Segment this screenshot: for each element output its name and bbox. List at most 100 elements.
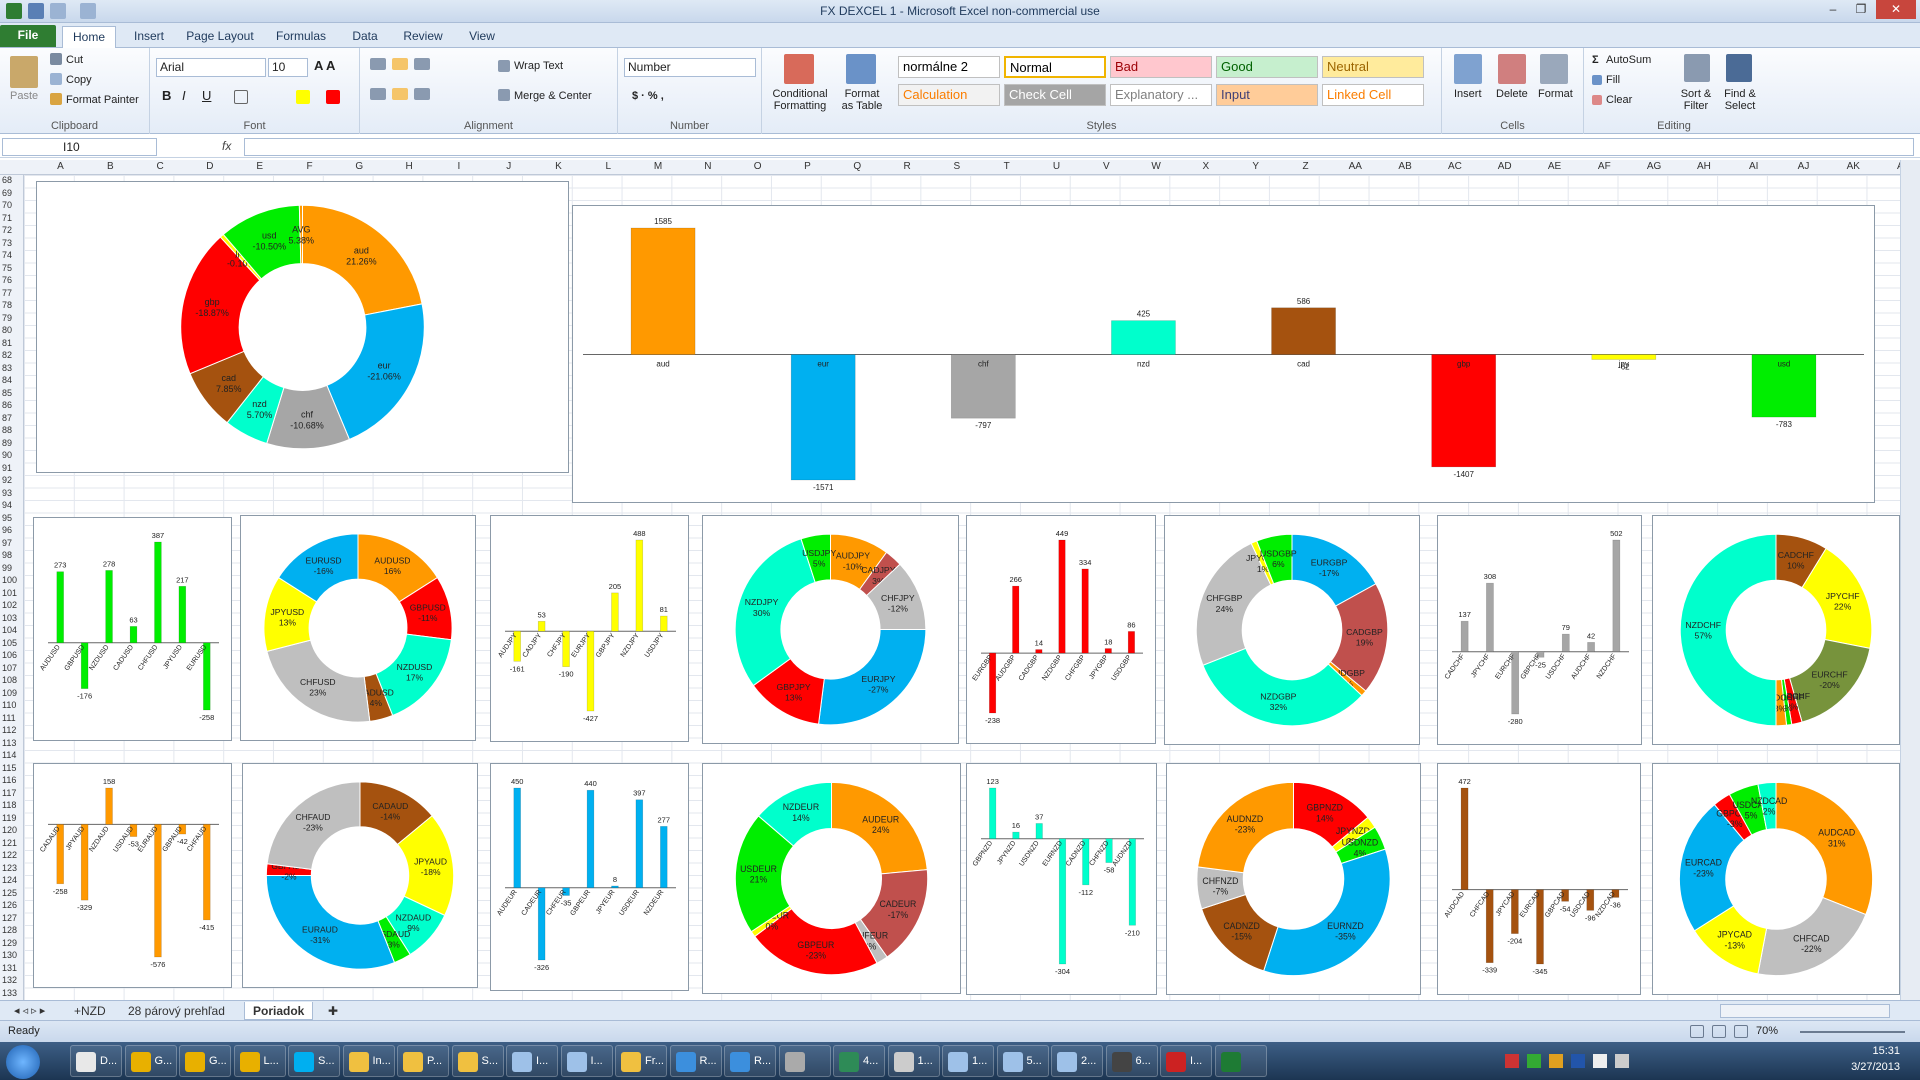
tab-insert[interactable]: Insert <box>124 26 174 48</box>
bar[interactable] <box>129 626 138 644</box>
bar[interactable] <box>1111 320 1176 355</box>
formula-input[interactable] <box>244 138 1914 156</box>
cell-style-input[interactable]: Input <box>1216 84 1318 106</box>
format-cells-icon[interactable] <box>1540 54 1568 84</box>
bar[interactable] <box>635 539 644 632</box>
column-header[interactable]: X <box>1181 161 1230 172</box>
conditional-formatting-button[interactable]: Conditional Formatting <box>770 88 830 112</box>
column-header[interactable]: H <box>385 161 434 172</box>
find-select-button[interactable]: Find & Select <box>1720 88 1760 112</box>
taskbar-app-button[interactable]: 4... <box>833 1045 885 1077</box>
bar[interactable] <box>1035 649 1043 654</box>
row-header[interactable]: 101 <box>0 588 23 598</box>
zoom-level[interactable]: 70% <box>1756 1025 1778 1037</box>
row-header[interactable]: 103 <box>0 613 23 623</box>
chart-cad-donut[interactable]: AUDCAD 31% CHFCAD -22% JPYCAD -13% EURCAD -23% G… <box>1652 763 1900 995</box>
row-header[interactable]: 85 <box>0 388 23 398</box>
tab-home[interactable]: Home <box>62 26 116 49</box>
bar[interactable] <box>1587 642 1595 652</box>
row-header[interactable]: 82 <box>0 350 23 360</box>
bar[interactable] <box>611 885 619 889</box>
column-header[interactable]: A <box>36 161 85 172</box>
fill-icon[interactable] <box>1592 75 1602 85</box>
row-header[interactable]: 118 <box>0 800 23 810</box>
clock-time[interactable]: 15:31 <box>1840 1045 1900 1057</box>
cell-style-calculation[interactable]: Calculation <box>898 84 1000 106</box>
column-header[interactable]: AJ <box>1779 161 1828 172</box>
row-header[interactable]: 68 <box>0 175 23 185</box>
tray-icon[interactable] <box>1549 1054 1563 1068</box>
row-header[interactable]: 130 <box>0 950 23 960</box>
taskbar-app-button[interactable]: 2... <box>1051 1045 1103 1077</box>
column-header[interactable]: AC <box>1430 161 1479 172</box>
clock-date[interactable]: 3/27/2013 <box>1830 1061 1900 1073</box>
format-button[interactable]: Format <box>1538 88 1573 100</box>
worksheet-grid[interactable]: aud 21.26% eur -21.06% chf -10.68% nzd 5.70% cad… <box>24 175 1900 1000</box>
taskbar-app-button[interactable]: I... <box>560 1045 613 1077</box>
cut-button[interactable]: Cut <box>66 54 83 66</box>
row-header[interactable]: 119 <box>0 813 23 823</box>
find-select-icon[interactable] <box>1726 54 1752 82</box>
bar[interactable] <box>630 227 696 355</box>
sort-filter-icon[interactable] <box>1684 54 1710 82</box>
bar[interactable] <box>1486 582 1494 652</box>
column-header[interactable]: N <box>683 161 732 172</box>
italic-icon[interactable]: I <box>182 88 186 103</box>
row-header[interactable]: 97 <box>0 538 23 548</box>
insert-function-icon[interactable]: fx <box>222 139 231 153</box>
borders-icon[interactable] <box>234 90 248 104</box>
column-header[interactable]: AG <box>1630 161 1679 172</box>
taskbar-app-button[interactable]: R... <box>669 1045 722 1077</box>
normal-view-icon[interactable] <box>1690 1025 1704 1038</box>
row-header[interactable]: 117 <box>0 788 23 798</box>
row-header[interactable]: 122 <box>0 850 23 860</box>
row-header[interactable]: 76 <box>0 275 23 285</box>
row-header[interactable]: 121 <box>0 838 23 848</box>
cell-style-explanatory[interactable]: Explanatory ... <box>1110 84 1212 106</box>
tab-page-layout[interactable]: Page Layout <box>182 26 258 48</box>
network-icon[interactable] <box>1593 1054 1607 1068</box>
taskbar-app-button[interactable]: 1... <box>942 1045 994 1077</box>
column-header[interactable]: C <box>136 161 185 172</box>
column-header[interactable]: M <box>634 161 683 172</box>
donut-slice[interactable] <box>265 875 396 970</box>
currency-icon[interactable]: $ · % , <box>632 90 664 102</box>
sigma-icon[interactable]: Σ <box>1592 54 1599 66</box>
restore-icon[interactable]: ❐ <box>1848 0 1874 19</box>
format-painter-icon[interactable] <box>50 93 62 105</box>
cut-icon[interactable] <box>50 53 62 65</box>
column-header[interactable]: F <box>285 161 334 172</box>
chart-total-bars[interactable]: 1585 aud -1571 eur -797 chf 425 nzd 586 cad -1407 g… <box>572 205 1875 503</box>
merge-center-button[interactable]: Merge & Center <box>514 90 592 102</box>
bar[interactable] <box>1035 823 1043 839</box>
sheet-tab-28-parovy[interactable]: 28 párový prehľad <box>120 1002 233 1020</box>
column-header[interactable]: AH <box>1679 161 1728 172</box>
row-header[interactable]: 78 <box>0 300 23 310</box>
taskbar-app-button[interactable]: In... <box>342 1045 395 1077</box>
donut-slice[interactable] <box>1263 848 1391 977</box>
taskbar-app-button[interactable]: R... <box>724 1045 776 1077</box>
bar[interactable] <box>1058 539 1066 654</box>
row-header[interactable]: 71 <box>0 213 23 223</box>
paste-icon[interactable] <box>10 56 38 88</box>
bar[interactable] <box>203 824 211 921</box>
column-header[interactable]: T <box>982 161 1031 172</box>
chart-nzd-bars[interactable]: 123 GBPNZD 16 JPYNZD 37 USDNZD -304 EURNZD -112 C… <box>966 763 1157 995</box>
format-painter-button[interactable]: Format Painter <box>66 94 139 106</box>
column-header[interactable]: O <box>733 161 782 172</box>
fill-color-icon[interactable] <box>296 90 310 104</box>
cell-style-check-cell[interactable]: Check Cell <box>1004 84 1106 106</box>
align-left-icon[interactable] <box>370 88 386 100</box>
column-header[interactable]: Q <box>833 161 882 172</box>
taskbar-app-button[interactable]: L... <box>233 1045 286 1077</box>
taskbar-app-button[interactable]: I... <box>1160 1045 1212 1077</box>
minimize-icon[interactable]: – <box>1820 0 1846 19</box>
bar[interactable] <box>1561 633 1570 652</box>
row-header[interactable]: 126 <box>0 900 23 910</box>
cell-style-norm-lne-2[interactable]: normálne 2 <box>898 56 1000 78</box>
chart-usd-bars[interactable]: 273 AUDUSD -176 GBPUSD 278 NZDUSD 63 CADUSD 387 C… <box>33 517 232 741</box>
vertical-scrollbar[interactable] <box>1900 160 1920 1000</box>
taskbar-app-button[interactable]: S... <box>288 1045 340 1077</box>
donut-slice[interactable] <box>734 538 816 687</box>
underline-icon[interactable]: U <box>202 88 211 103</box>
